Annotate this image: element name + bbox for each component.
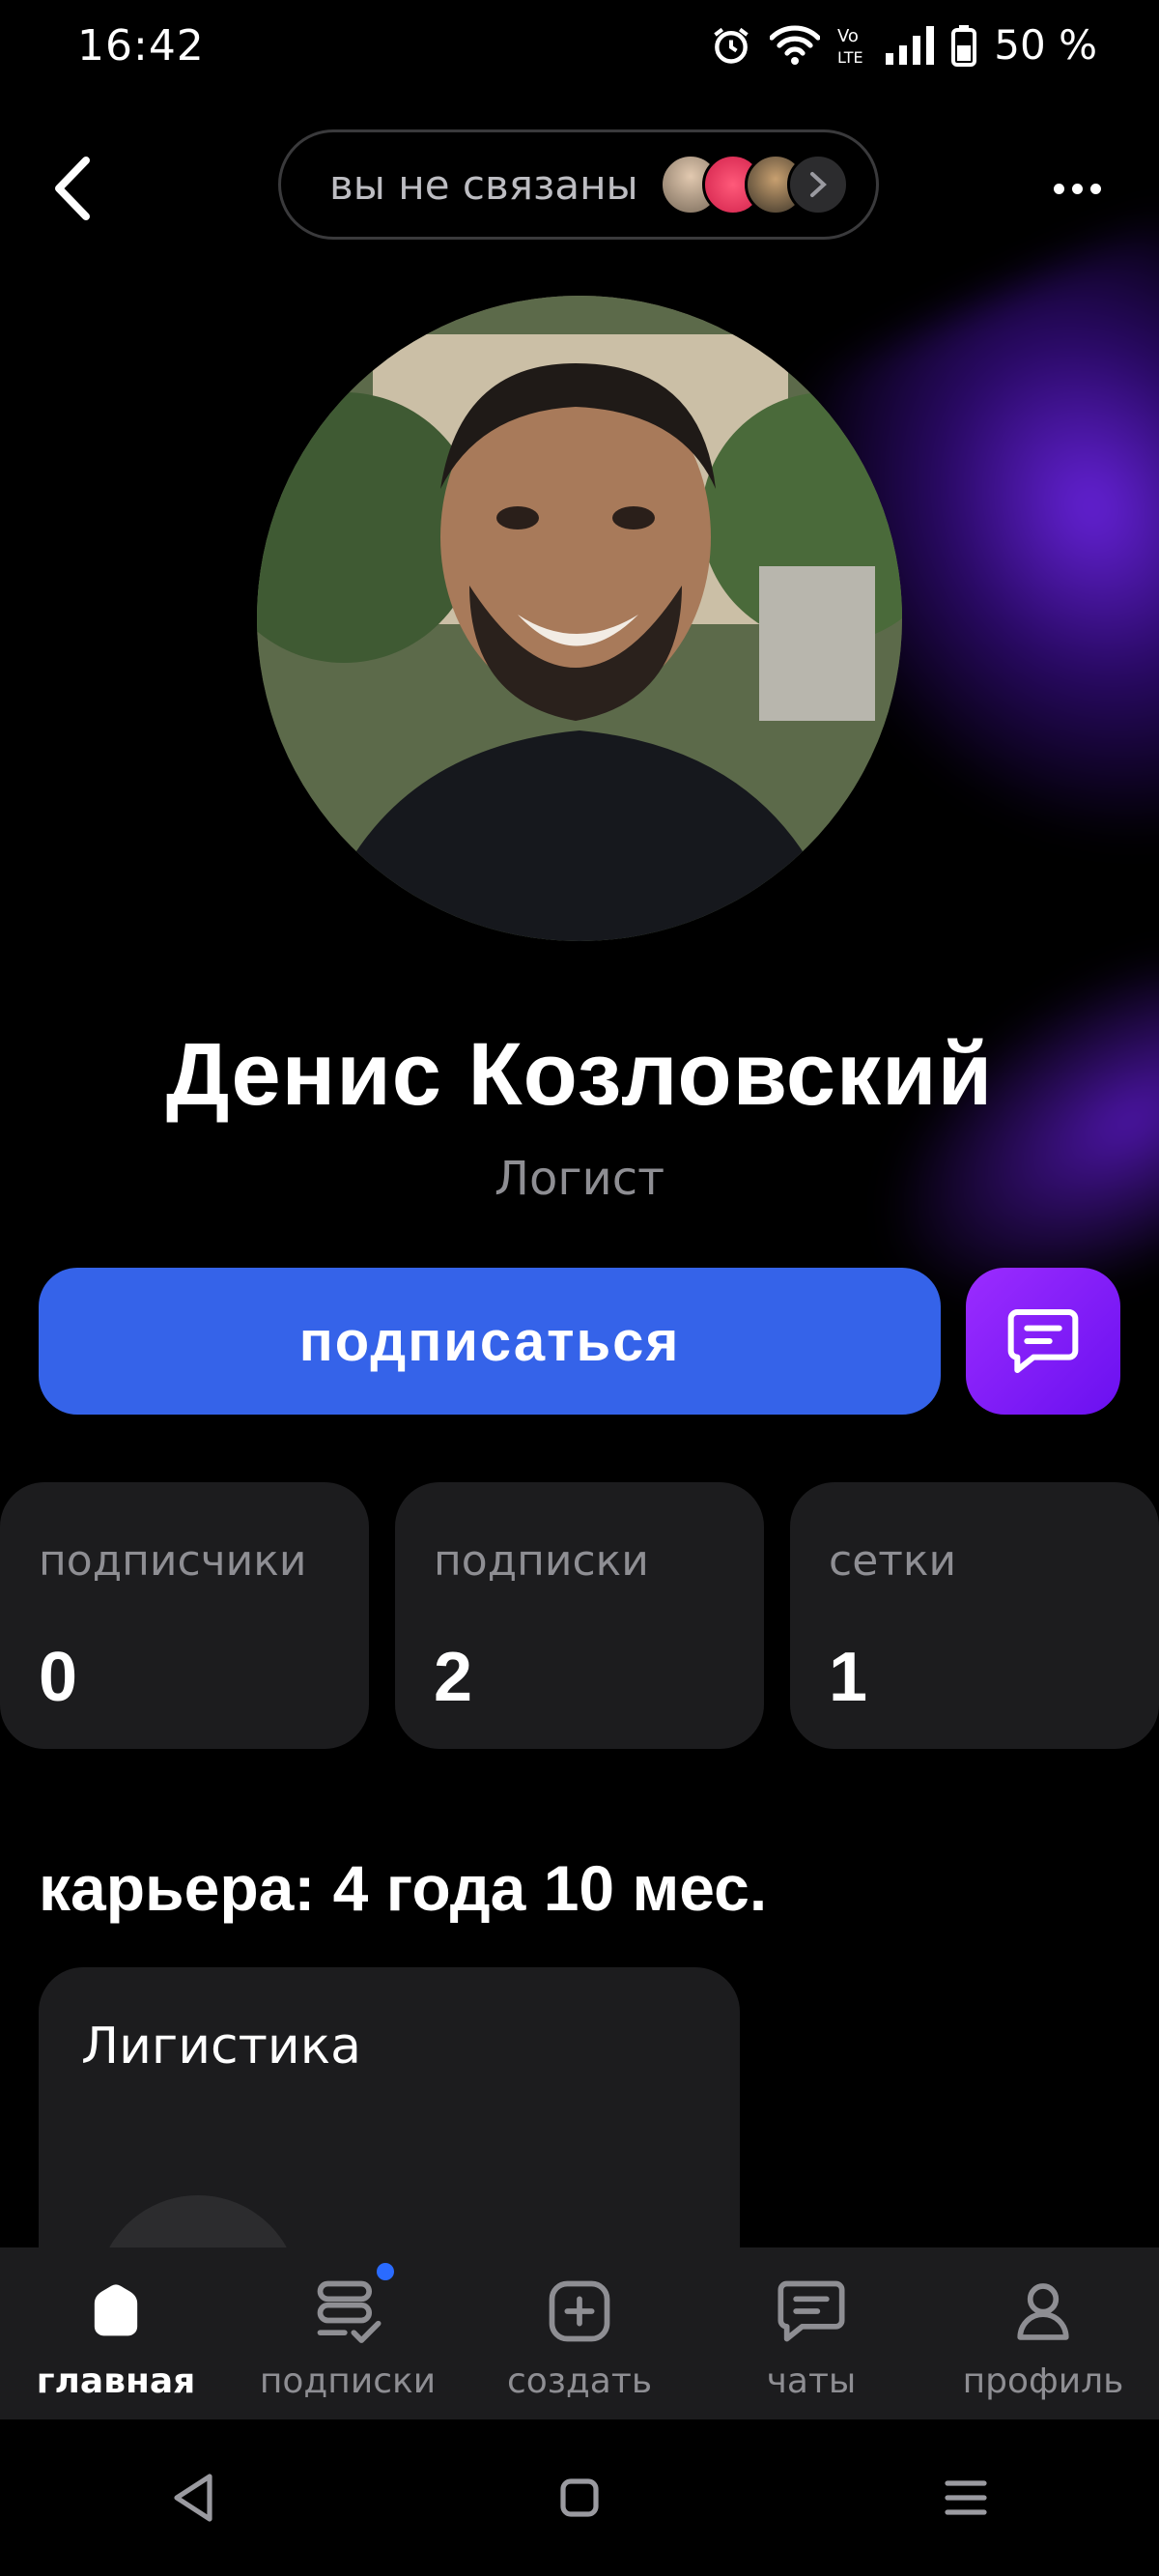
- profile-name: Денис Козловский: [165, 1025, 994, 1124]
- alarm-icon: [714, 27, 749, 64]
- system-navigation: [0, 2419, 1159, 2576]
- wifi-icon: [770, 25, 821, 65]
- nav-profile[interactable]: профиль: [927, 2247, 1159, 2401]
- nav-label: подписки: [259, 2361, 437, 2401]
- nav-label: главная: [36, 2361, 196, 2401]
- stat-followers[interactable]: подписчики 0: [0, 1482, 369, 1749]
- back-button[interactable]: [39, 145, 106, 232]
- volte-icon: Vo LTE: [837, 26, 863, 67]
- career-card-title: Лигистика: [81, 2018, 361, 2075]
- stat-networks[interactable]: сетки 1: [790, 1482, 1159, 1749]
- chevron-left-icon: [55, 157, 90, 220]
- more-icon-dot: [1071, 183, 1083, 194]
- status-time: 16:42: [77, 21, 205, 71]
- nav-subscriptions[interactable]: подписки: [232, 2247, 464, 2401]
- home-icon: [94, 2284, 138, 2336]
- more-icon: [1053, 183, 1064, 194]
- subscribe-button[interactable]: подписаться: [39, 1268, 941, 1415]
- system-home-button[interactable]: [522, 2440, 637, 2556]
- stat-label: подписчики: [39, 1536, 307, 1586]
- chevron-right-icon: [810, 172, 827, 197]
- more-options-button[interactable]: [1043, 155, 1111, 222]
- stat-label: сетки: [829, 1536, 957, 1586]
- nav-label: чаты: [766, 2361, 857, 2401]
- battery-icon: [951, 24, 977, 67]
- profile-avatar: [257, 296, 902, 941]
- subscriptions-icon: [317, 2280, 382, 2343]
- chat-bubble-icon: [1007, 1309, 1079, 1373]
- recents-menu-icon: [945, 2480, 987, 2515]
- chat-icon: [777, 2280, 845, 2342]
- mutual-avatars: [660, 154, 862, 215]
- system-recents-button[interactable]: [908, 2440, 1024, 2556]
- connection-text: вы не связаны: [329, 160, 638, 209]
- bottom-navigation: главная подписки создать чаты профиль: [0, 2247, 1159, 2419]
- avatar-photo: [257, 296, 902, 941]
- nav-chats[interactable]: чаты: [695, 2247, 927, 2401]
- more-avatars-button: [787, 154, 849, 215]
- stat-value: 0: [39, 1639, 78, 1716]
- notification-dot: [377, 2263, 394, 2280]
- message-button[interactable]: [966, 1268, 1120, 1415]
- home-square-icon: [560, 2478, 599, 2517]
- svg-text:Vo: Vo: [837, 26, 859, 46]
- battery-percent: 50 %: [994, 21, 1097, 69]
- user-icon: [1017, 2283, 1069, 2340]
- stat-value: 2: [434, 1639, 473, 1716]
- stat-value: 1: [829, 1639, 868, 1716]
- connection-status-pill[interactable]: вы не связаны: [278, 129, 879, 240]
- career-heading: карьера: 4 года 10 мес.: [39, 1852, 768, 1924]
- nav-label: создать: [506, 2361, 653, 2401]
- stat-label: подписки: [434, 1536, 649, 1586]
- nav-create[interactable]: создать: [464, 2247, 695, 2401]
- back-triangle-icon: [174, 2474, 212, 2522]
- stat-subscriptions[interactable]: подписки 2: [395, 1482, 764, 1749]
- nav-label: профиль: [962, 2361, 1124, 2401]
- plus-square-icon: [549, 2280, 610, 2342]
- svg-text:LTE: LTE: [837, 48, 863, 67]
- profile-role: Логист: [494, 1152, 665, 1206]
- status-icons: Vo LTE 50 %: [710, 21, 1097, 69]
- nav-home[interactable]: главная: [0, 2247, 232, 2401]
- system-back-button[interactable]: [135, 2440, 251, 2556]
- signal-icon: [886, 25, 935, 65]
- more-icon-dot: [1089, 183, 1101, 194]
